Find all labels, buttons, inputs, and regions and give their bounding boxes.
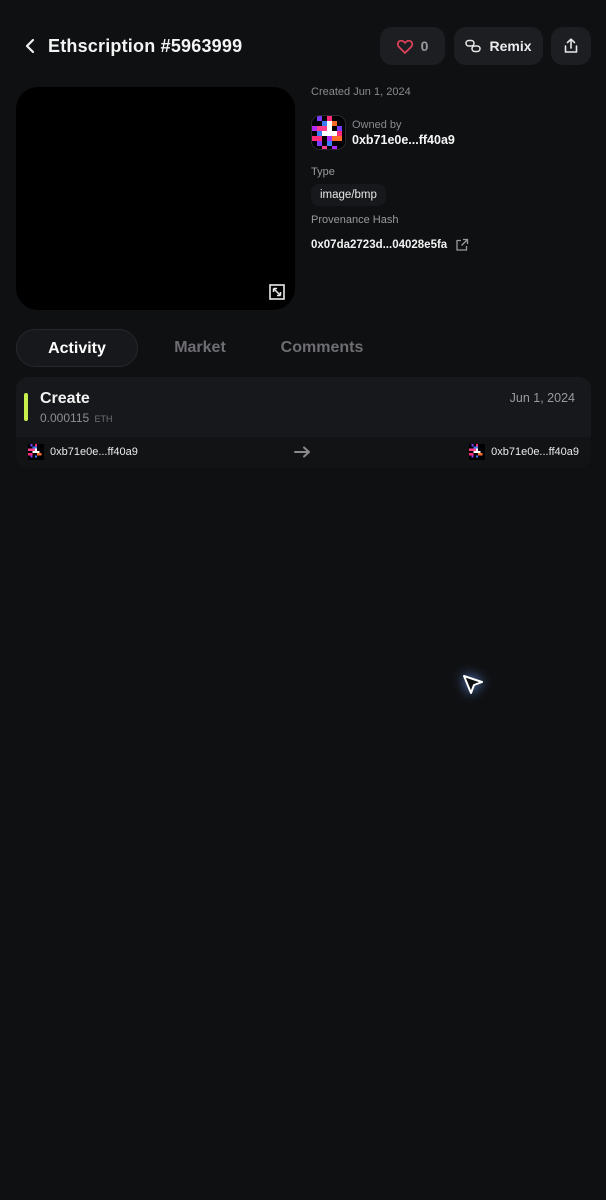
event-accent-bar [24,393,28,421]
created-date: Created Jun 1, 2024 [311,86,411,98]
type-label: Type [311,166,335,178]
back-button[interactable] [18,33,44,59]
tab-comments[interactable]: Comments [266,329,378,367]
transfer-row: 0xb71e0e...ff40a9 0xb71e0e...ff40a9 [16,437,591,468]
external-link-icon[interactable] [455,238,469,252]
from-address-chip[interactable]: 0xb71e0e...ff40a9 [28,444,138,460]
from-avatar [28,444,44,460]
tab-market[interactable]: Market [150,329,250,367]
like-button[interactable]: 0 [380,27,445,65]
owned-by-label: Owned by [352,118,402,131]
to-address: 0xb71e0e...ff40a9 [491,446,579,458]
tab-activity[interactable]: Activity [16,329,138,367]
page-title: Ethscription #5963999 [48,36,243,56]
owner-address[interactable]: 0xb71e0e...ff40a9 [352,132,455,148]
amount-value: 0.000115 [40,411,90,425]
info-panel: Created Jun 1, 2024 Owned by 0xb71e0e...… [311,86,591,251]
provenance-label: Provenance Hash [311,214,399,226]
activity-item: Create 0.000115 ETH Jun 1, 2024 0xb71e0e… [16,377,591,468]
heart-icon [396,39,413,54]
owner-row[interactable]: Owned by 0xb71e0e...ff40a9 [311,115,455,150]
share-button[interactable] [551,27,591,65]
event-amount: 0.000115 ETH [40,411,113,425]
amount-unit: ETH [94,414,113,424]
expand-icon[interactable] [269,284,285,300]
event-date: Jun 1, 2024 [509,391,575,405]
ethscription-preview[interactable] [16,87,295,310]
owner-avatar [311,115,346,150]
remix-label: Remix [489,38,532,54]
back-arrow-icon [25,38,35,54]
mouse-cursor-icon [463,675,483,694]
remix-link-icon [465,39,482,53]
header: Ethscription #5963999 0 Remix [0,0,606,92]
like-count: 0 [420,38,429,54]
provenance-row[interactable]: 0x07da2723d...04028e5fa [311,238,469,252]
remix-button[interactable]: Remix [454,27,543,65]
provenance-hash[interactable]: 0x07da2723d...04028e5fa [311,239,447,251]
share-icon [564,38,578,53]
event-type: Create [40,390,90,407]
from-address: 0xb71e0e...ff40a9 [50,446,138,458]
to-avatar [469,444,486,460]
to-address-chip[interactable]: 0xb71e0e...ff40a9 [469,444,579,460]
type-value: image/bmp [311,184,386,206]
arrow-right-icon [294,446,310,458]
